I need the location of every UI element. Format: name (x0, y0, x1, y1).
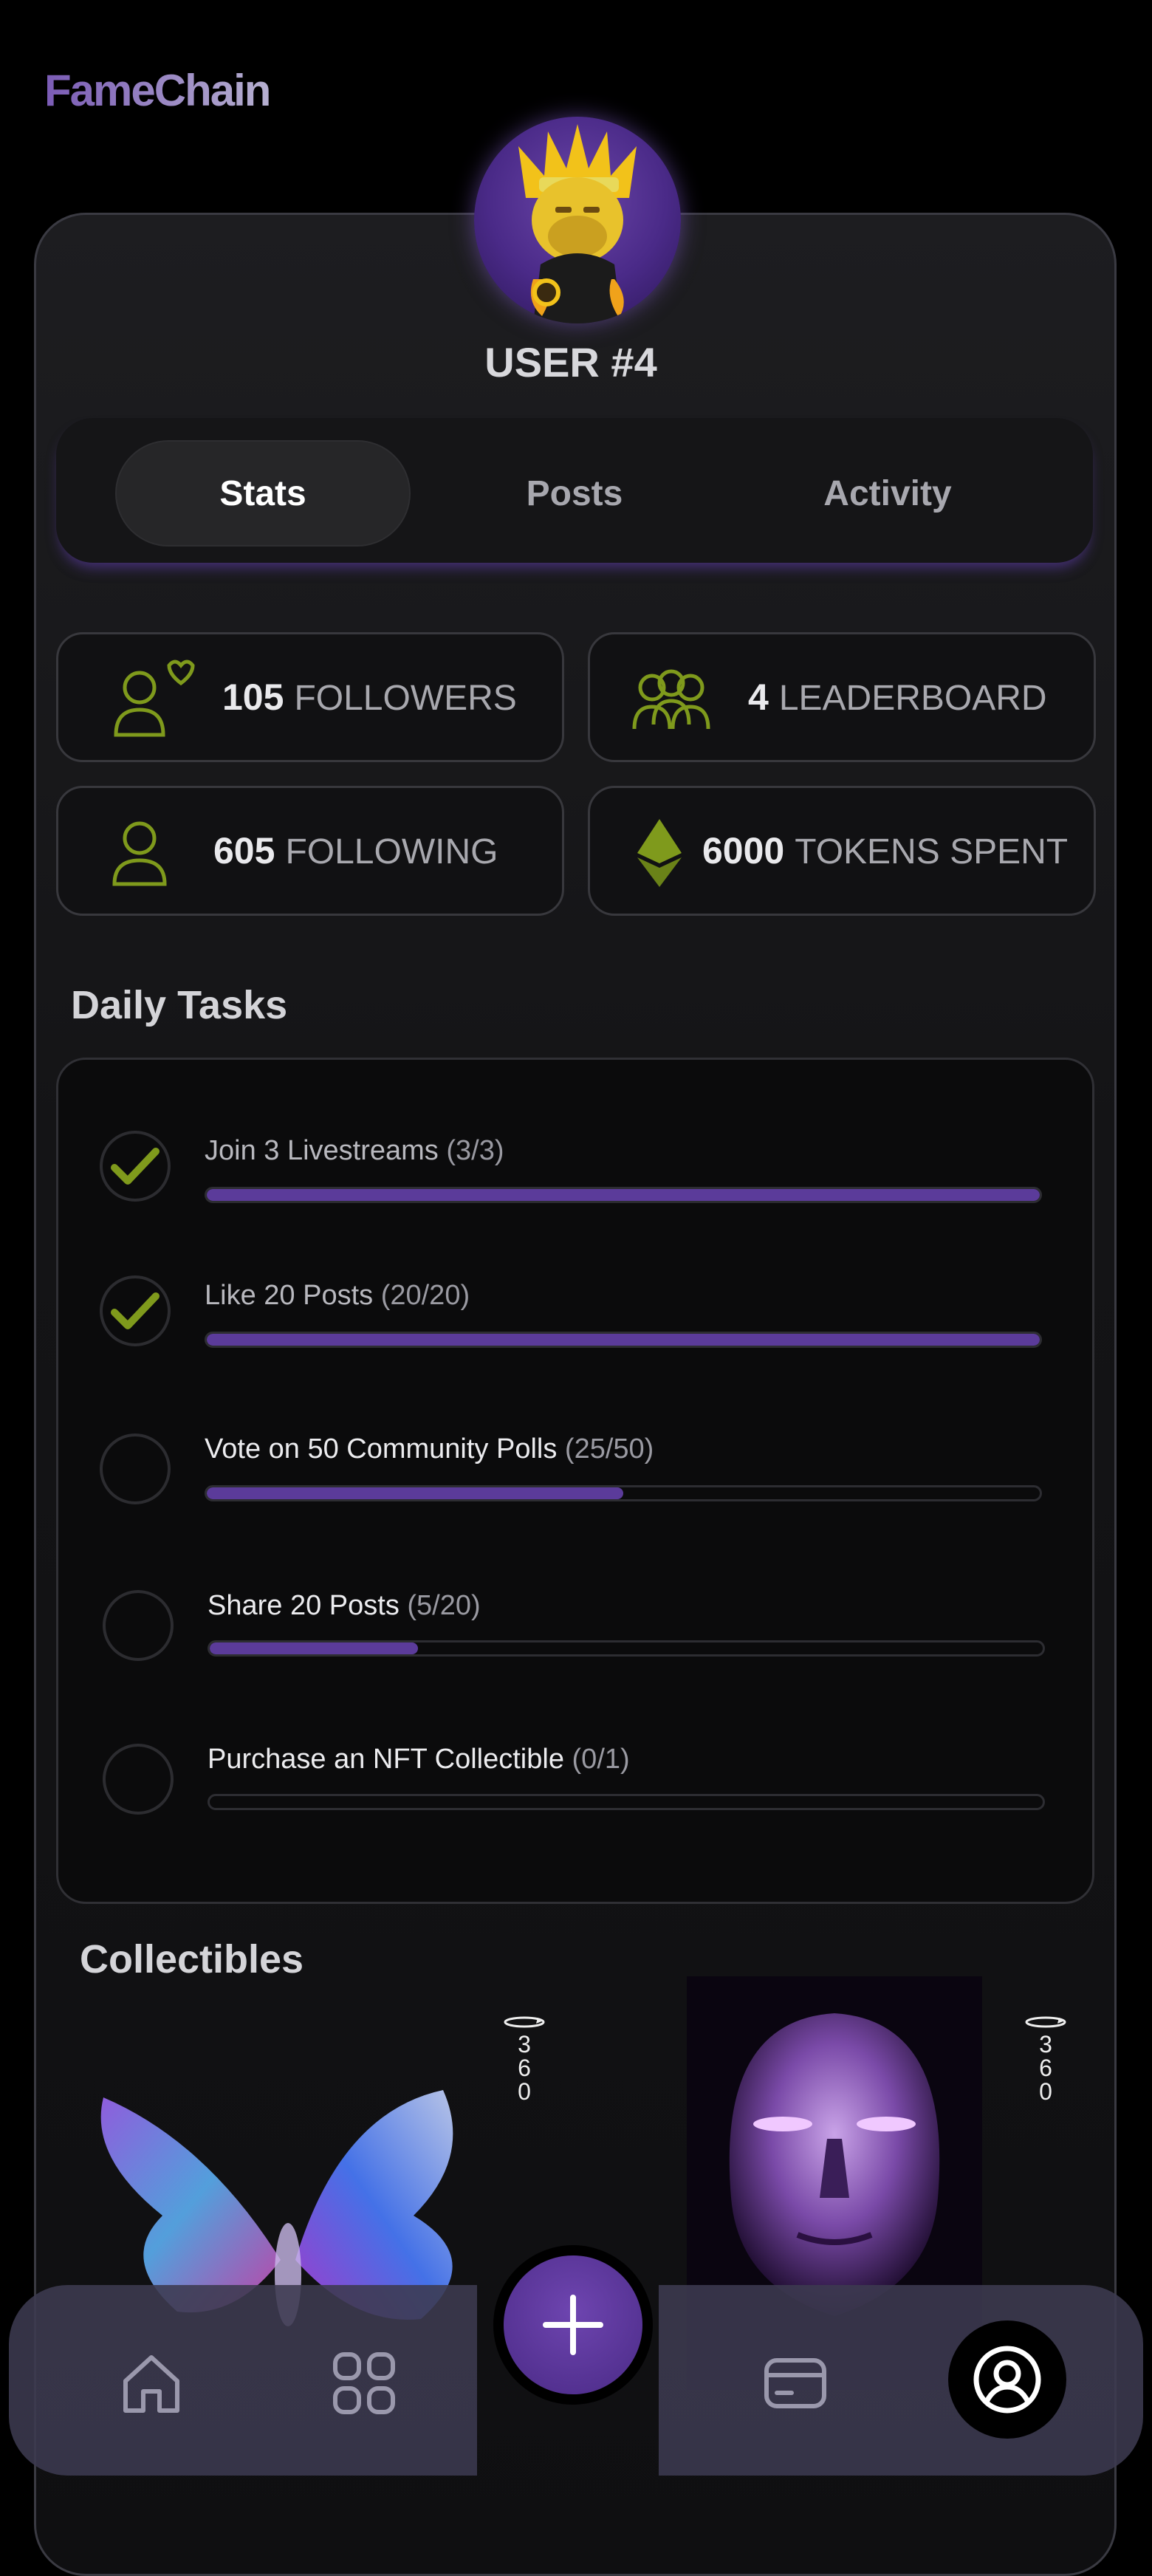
nav-right-segment (659, 2285, 1143, 2476)
rotate-360-label: 360 (518, 2031, 531, 2105)
task-checkbox[interactable] (100, 1275, 171, 1346)
task-progress-bar (205, 1332, 1042, 1348)
task-progress-fill (207, 1334, 1040, 1346)
nav-profile[interactable] (948, 2320, 1066, 2439)
task-checkbox[interactable] (103, 1744, 174, 1815)
followers-label: FOLLOWERS (294, 679, 517, 718)
task-item[interactable]: Share 20 Posts (5/20) (58, 1590, 1092, 1708)
tokens-spent-label: TOKENS SPENT (795, 832, 1069, 871)
tab-activity[interactable]: Activity (740, 440, 1035, 547)
grid-icon (333, 2352, 395, 2414)
task-count: (0/1) (572, 1744, 630, 1775)
task-label: Purchase an NFT Collectible (208, 1744, 564, 1775)
followers-heart-icon (114, 660, 195, 737)
task-progress-fill (210, 1642, 418, 1654)
profile-icon (973, 2346, 1041, 2414)
task-count: (3/3) (446, 1135, 504, 1166)
wallet-card-icon (764, 2358, 826, 2408)
app-logo: FameChain (44, 66, 271, 115)
collectibles-title: Collectibles (80, 1937, 304, 1981)
nav-left-segment (9, 2285, 477, 2476)
task-item[interactable]: Purchase an NFT Collectible (0/1) (58, 1744, 1092, 1862)
task-checkbox[interactable] (100, 1131, 171, 1202)
stat-following[interactable]: 605 FOLLOWING (56, 786, 564, 916)
group-icon (632, 669, 710, 730)
stat-leaderboard[interactable]: 4 LEADERBOARD (588, 632, 1096, 762)
following-count: 605 (213, 830, 275, 871)
task-progress-bar (205, 1485, 1042, 1501)
nav-grid[interactable] (323, 2343, 405, 2424)
rotate-360-badge[interactable]: 360 (502, 2010, 546, 2103)
ape-avatar-icon (518, 124, 637, 323)
task-label: Like 20 Posts (205, 1280, 374, 1311)
tab-stats[interactable]: Stats (115, 440, 411, 547)
task-checkbox[interactable] (100, 1433, 171, 1504)
task-count: (20/20) (380, 1280, 470, 1311)
task-count: (5/20) (407, 1590, 481, 1621)
rotate-360-label: 360 (1039, 2031, 1052, 2105)
profile-username: USER #4 (484, 339, 657, 386)
task-label: Join 3 Livestreams (205, 1135, 439, 1166)
task-progress-fill (207, 1189, 1040, 1201)
task-count: (25/50) (564, 1433, 654, 1465)
task-checkbox[interactable] (103, 1590, 174, 1661)
following-label: FOLLOWING (285, 832, 498, 871)
avatar[interactable] (474, 117, 681, 323)
task-label: Vote on 50 Community Polls (205, 1433, 558, 1465)
stat-followers[interactable]: 105 FOLLOWERS (56, 632, 564, 762)
tab-posts[interactable]: Posts (427, 440, 722, 547)
plus-icon (543, 2295, 603, 2355)
nav-home[interactable] (111, 2343, 192, 2424)
tokens-spent-count: 6000 (702, 830, 785, 871)
task-label: Share 20 Posts (208, 1590, 400, 1621)
task-item[interactable]: Like 20 Posts (20/20) (58, 1275, 1092, 1394)
task-progress-bar (205, 1187, 1042, 1203)
nav-wallet[interactable] (755, 2343, 836, 2424)
ethereum-icon (637, 819, 682, 887)
leaderboard-rank: 4 (748, 676, 769, 718)
rotate-icon (504, 2016, 545, 2028)
daily-tasks-panel: Join 3 Livestreams (3/3) Like 20 Posts (… (56, 1058, 1094, 1904)
checkmark-icon (111, 1148, 160, 1185)
task-progress-fill (207, 1487, 623, 1499)
profile-tabs: Stats Posts Activity (56, 418, 1093, 563)
create-post-button[interactable] (504, 2255, 642, 2394)
stat-tokens-spent[interactable]: 6000 TOKENS SPENT (588, 786, 1096, 916)
home-icon (123, 2355, 179, 2413)
task-progress-bar (208, 1794, 1045, 1810)
user-icon (112, 821, 167, 886)
rotate-icon (1025, 2016, 1066, 2028)
rotate-360-badge[interactable]: 360 (1024, 2010, 1068, 2103)
checkmark-icon (111, 1292, 160, 1329)
task-progress-bar (208, 1640, 1045, 1657)
followers-count: 105 (222, 676, 284, 718)
leaderboard-label: LEADERBOARD (778, 679, 1047, 718)
task-item[interactable]: Join 3 Livestreams (3/3) (58, 1131, 1092, 1249)
task-item[interactable]: Vote on 50 Community Polls (25/50) (58, 1433, 1092, 1552)
daily-tasks-title: Daily Tasks (71, 983, 288, 1027)
